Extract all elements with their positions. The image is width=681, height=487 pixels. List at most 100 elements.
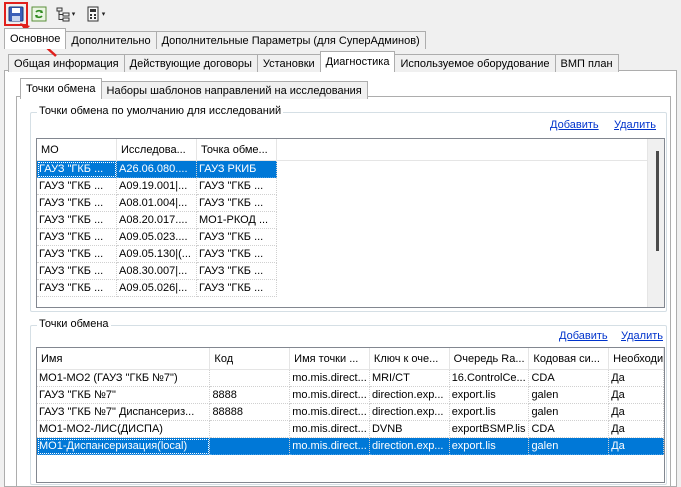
main-tabs: Основное Дополнительно Дополнительные Па… <box>4 28 426 49</box>
table-cell: ГАУЗ "ГКБ ... <box>37 178 117 195</box>
tree-icon <box>56 7 70 22</box>
tab-contracts[interactable]: Действующие договоры <box>123 54 258 72</box>
tab-additional[interactable]: Дополнительно <box>65 31 157 49</box>
table-cell: ГАУЗ "ГКБ ... <box>37 246 117 263</box>
vertical-scrollbar[interactable] <box>647 139 664 307</box>
column-header-name[interactable]: Имя <box>37 348 211 369</box>
table-row[interactable]: ГАУЗ "ГКБ ... A09.05.026|... ГАУЗ "ГКБ ... <box>37 280 664 297</box>
table-body: ГАУЗ "ГКБ ... A26.06.080.... ГАУЗ РКИБ ГАУЗ… <box>37 161 664 297</box>
table-cell: ГАУЗ "ГКБ ... <box>37 195 117 212</box>
exchange-points-table[interactable]: Имя Код Имя точки ... Ключ к оче... Очер… <box>36 347 665 483</box>
table-cell: Да <box>609 387 664 404</box>
table-header: МО Исследова... Точка обме... <box>37 139 664 161</box>
table-row[interactable]: ГАУЗ "ГКБ ... A09.19.001|... ГАУЗ "ГКБ ... <box>37 178 664 195</box>
table-row[interactable]: МО1-МО2-ЛИС(ДИСПА) mo.mis.direct... DVNB ex… <box>37 421 664 438</box>
tab-settings[interactable]: Установки <box>256 54 321 72</box>
tab-equipment[interactable]: Используемое оборудование <box>394 54 556 72</box>
tab-general-info[interactable]: Общая информация <box>8 54 125 72</box>
exchange-points-group: Точки обмена Добавить Удалить Имя Код Им… <box>30 318 667 485</box>
save-icon <box>8 6 24 22</box>
table-cell: ГАУЗ "ГКБ ... <box>197 195 277 212</box>
table-cell: A09.05.026|... <box>117 280 197 297</box>
column-header-study[interactable]: Исследова... <box>117 139 197 160</box>
table-row[interactable]: ГАУЗ "ГКБ ... A09.05.023.... ГАУЗ "ГКБ ... <box>37 229 664 246</box>
table-cell <box>210 421 291 438</box>
table-cell: exportBSMP.lis <box>449 421 530 438</box>
table-cell: МО1-РКОД ... <box>197 212 277 229</box>
default-points-table[interactable]: МО Исследова... Точка обме... ГАУЗ "ГКБ … <box>36 138 665 308</box>
default-points-title: Точки обмена по умолчанию для исследован… <box>37 105 284 117</box>
table-row[interactable]: МО1-Диспансеризация(local) mo.mis.direct.… <box>37 438 664 455</box>
tab-superadmin-params[interactable]: Дополнительные Параметры (для СуперАдмин… <box>155 31 426 49</box>
column-header-mo[interactable]: МО <box>37 139 117 160</box>
default-points-add-link[interactable]: Добавить <box>550 119 599 131</box>
column-header-code[interactable]: Код <box>210 348 291 369</box>
table-row[interactable]: ГАУЗ "ГКБ ... A08.20.017.... МО1-РКОД ... <box>37 212 664 229</box>
table-cell: ГАУЗ "ГКБ ... <box>37 263 117 280</box>
table-cell: export.lis <box>449 438 530 455</box>
column-header-exchange-point[interactable]: Точка обме... <box>197 139 277 160</box>
table-row[interactable]: ГАУЗ "ГКБ №7" 8888 mo.mis.direct... directi… <box>37 387 664 404</box>
table-cell: galen <box>529 438 610 455</box>
table-cell: ГАУЗ "ГКБ №7" Диспансериз... <box>37 404 211 421</box>
table-cell: ГАУЗ "ГКБ ... <box>197 246 277 263</box>
table-cell <box>210 438 291 455</box>
table-cell: ГАУЗ "ГКБ ... <box>197 229 277 246</box>
exchange-points-delete-link[interactable]: Удалить <box>621 330 663 342</box>
table-cell: galen <box>529 387 610 404</box>
table-body: МО1-МО2 (ГАУЗ "ГКБ №7") mo.mis.direct... M… <box>37 370 664 455</box>
table-cell: МО1-Диспансеризация(local) <box>37 438 211 455</box>
column-header-queue[interactable]: Очередь Ra... <box>450 348 530 369</box>
refresh-button[interactable] <box>30 4 48 24</box>
table-cell: Да <box>609 438 664 455</box>
table-cell: ГАУЗ РКИБ <box>197 161 277 178</box>
table-cell: A08.01.004|... <box>117 195 197 212</box>
table-cell: galen <box>529 404 610 421</box>
table-cell: МО1-МО2-ЛИС(ДИСПА) <box>37 421 211 438</box>
table-row[interactable]: ГАУЗ "ГКБ ... A26.06.080.... ГАУЗ РКИБ <box>37 161 664 178</box>
table-cell: Да <box>609 404 664 421</box>
tab-vmp-plan[interactable]: ВМП план <box>554 54 619 72</box>
table-cell: direction.exp... <box>369 404 450 421</box>
default-points-group: Точки обмена по умолчанию для исследован… <box>30 105 667 312</box>
column-header-queue-key[interactable]: Ключ к оче... <box>370 348 450 369</box>
table-cell: 16.ControlCe... <box>449 370 530 387</box>
table-row[interactable]: ГАУЗ "ГКБ ... A08.01.004|... ГАУЗ "ГКБ ... <box>37 195 664 212</box>
column-header-point-name[interactable]: Имя точки ... <box>290 348 370 369</box>
exchange-points-title: Точки обмена <box>37 318 111 330</box>
column-header-code-system[interactable]: Кодовая си... <box>529 348 610 369</box>
table-cell: A08.30.007|... <box>117 263 197 280</box>
table-cell: ГАУЗ "ГКБ ... <box>197 280 277 297</box>
table-cell: МО1-МО2 (ГАУЗ "ГКБ №7") <box>37 370 211 387</box>
table-cell: 8888 <box>210 387 291 404</box>
table-cell: mo.mis.direct... <box>290 438 370 455</box>
calculator-menu-button[interactable]: ▾ <box>82 4 108 24</box>
table-cell: ГАУЗ "ГКБ ... <box>37 212 117 229</box>
tab-exchange-points[interactable]: Точки обмена <box>20 78 102 99</box>
tab-direction-templates[interactable]: Наборы шаблонов направлений на исследова… <box>100 81 368 99</box>
sub-tabs: Общая информация Действующие договоры Ус… <box>8 51 619 72</box>
table-cell: ГАУЗ "ГКБ ... <box>37 161 117 178</box>
exchange-points-add-link[interactable]: Добавить <box>559 330 608 342</box>
table-row[interactable]: ГАУЗ "ГКБ ... A09.05.130|(... ГАУЗ "ГКБ ..… <box>37 246 664 263</box>
table-cell: ГАУЗ "ГКБ ... <box>37 229 117 246</box>
calculator-icon <box>87 6 99 22</box>
save-button[interactable] <box>4 2 28 26</box>
table-row[interactable]: МО1-МО2 (ГАУЗ "ГКБ №7") mo.mis.direct... M… <box>37 370 664 387</box>
tree-menu-button[interactable]: ▾ <box>52 4 78 24</box>
tab-diagnostics[interactable]: Диагностика <box>319 51 396 72</box>
table-row[interactable]: ГАУЗ "ГКБ №7" Диспансериз... 88888 mo.mis.… <box>37 404 664 421</box>
column-header-required[interactable]: Необходи <box>609 348 664 369</box>
default-points-delete-link[interactable]: Удалить <box>614 119 656 131</box>
tab-main[interactable]: Основное <box>4 28 67 49</box>
table-cell: Да <box>609 370 664 387</box>
table-cell: mo.mis.direct... <box>290 370 370 387</box>
table-cell: CDA <box>529 370 610 387</box>
table-row[interactable]: ГАУЗ "ГКБ ... A08.30.007|... ГАУЗ "ГКБ ... <box>37 263 664 280</box>
diagnostics-tabs: Точки обмена Наборы шаблонов направлений… <box>20 78 368 99</box>
table-cell: Да <box>609 421 664 438</box>
scrollbar-thumb[interactable] <box>656 151 659 251</box>
table-cell: direction.exp... <box>369 438 450 455</box>
table-cell: A09.05.023.... <box>117 229 197 246</box>
toolbar: ▾ ▾ <box>0 0 681 28</box>
